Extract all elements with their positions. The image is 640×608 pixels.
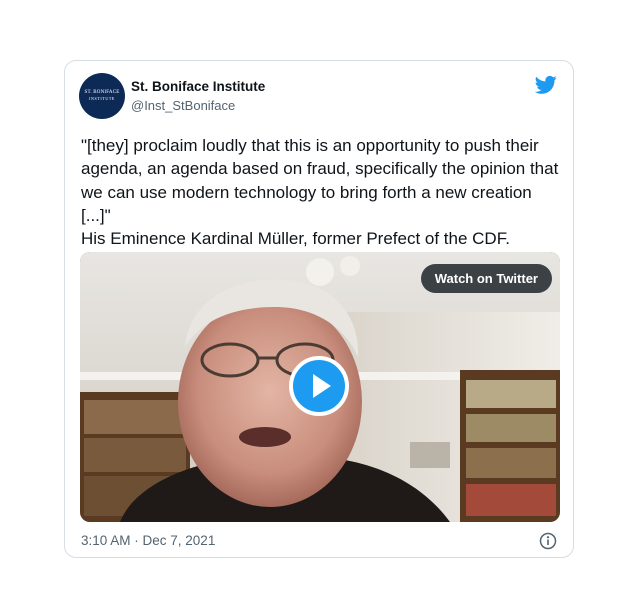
user-handle[interactable]: @Inst_StBoniface xyxy=(131,98,235,113)
watch-on-twitter-button[interactable]: Watch on Twitter xyxy=(420,264,552,293)
tweet-text: "[they] proclaim loudly that this is an … xyxy=(81,136,559,249)
play-button[interactable] xyxy=(289,356,349,416)
avatar[interactable]: ST. BONIFACE INSTITUTE xyxy=(79,73,125,119)
twitter-bird-icon[interactable] xyxy=(535,75,557,95)
avatar-text-line2: INSTITUTE xyxy=(89,96,115,101)
tweet-timestamp[interactable]: 3:10 AM · Dec 7, 2021 xyxy=(81,533,215,548)
info-icon[interactable] xyxy=(539,532,557,550)
display-name[interactable]: St. Boniface Institute xyxy=(131,79,265,94)
play-icon xyxy=(313,374,331,398)
video-media[interactable]: Watch on Twitter xyxy=(80,252,560,522)
tweet-card: ST. BONIFACE INSTITUTE St. Boniface Inst… xyxy=(64,60,574,558)
